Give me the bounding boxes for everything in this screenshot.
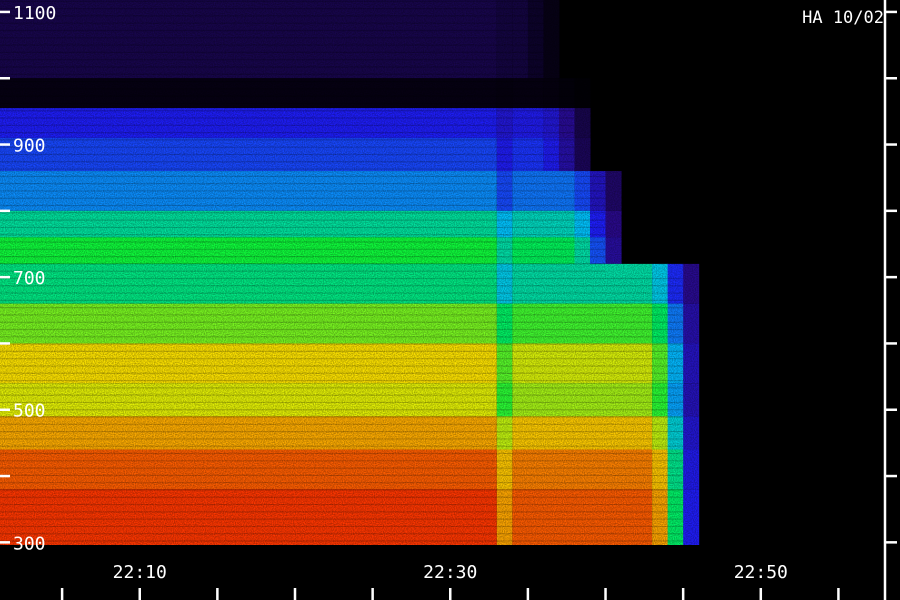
grain (0, 0, 699, 545)
x-tick-label-2230: 22:30 (423, 562, 477, 583)
y-tick-label-1100: 1100 (13, 3, 56, 24)
y-tick-label-300: 300 (13, 533, 46, 554)
x-tick-label-2210: 22:10 (113, 562, 167, 583)
y-tick-label-900: 900 (13, 136, 46, 157)
x-tick-label-2250: 22:50 (734, 562, 788, 583)
y-tick-label-500: 500 (13, 401, 46, 422)
spectrogram-chart: 1100 900 700 500 300 22:10 22:30 22:50 HA 10/02 (0, 0, 897, 600)
observatory-date-stamp: HA 10/02 (802, 8, 884, 28)
noise-overlay (0, 0, 699, 545)
y-tick-label-700: 700 (13, 268, 46, 289)
